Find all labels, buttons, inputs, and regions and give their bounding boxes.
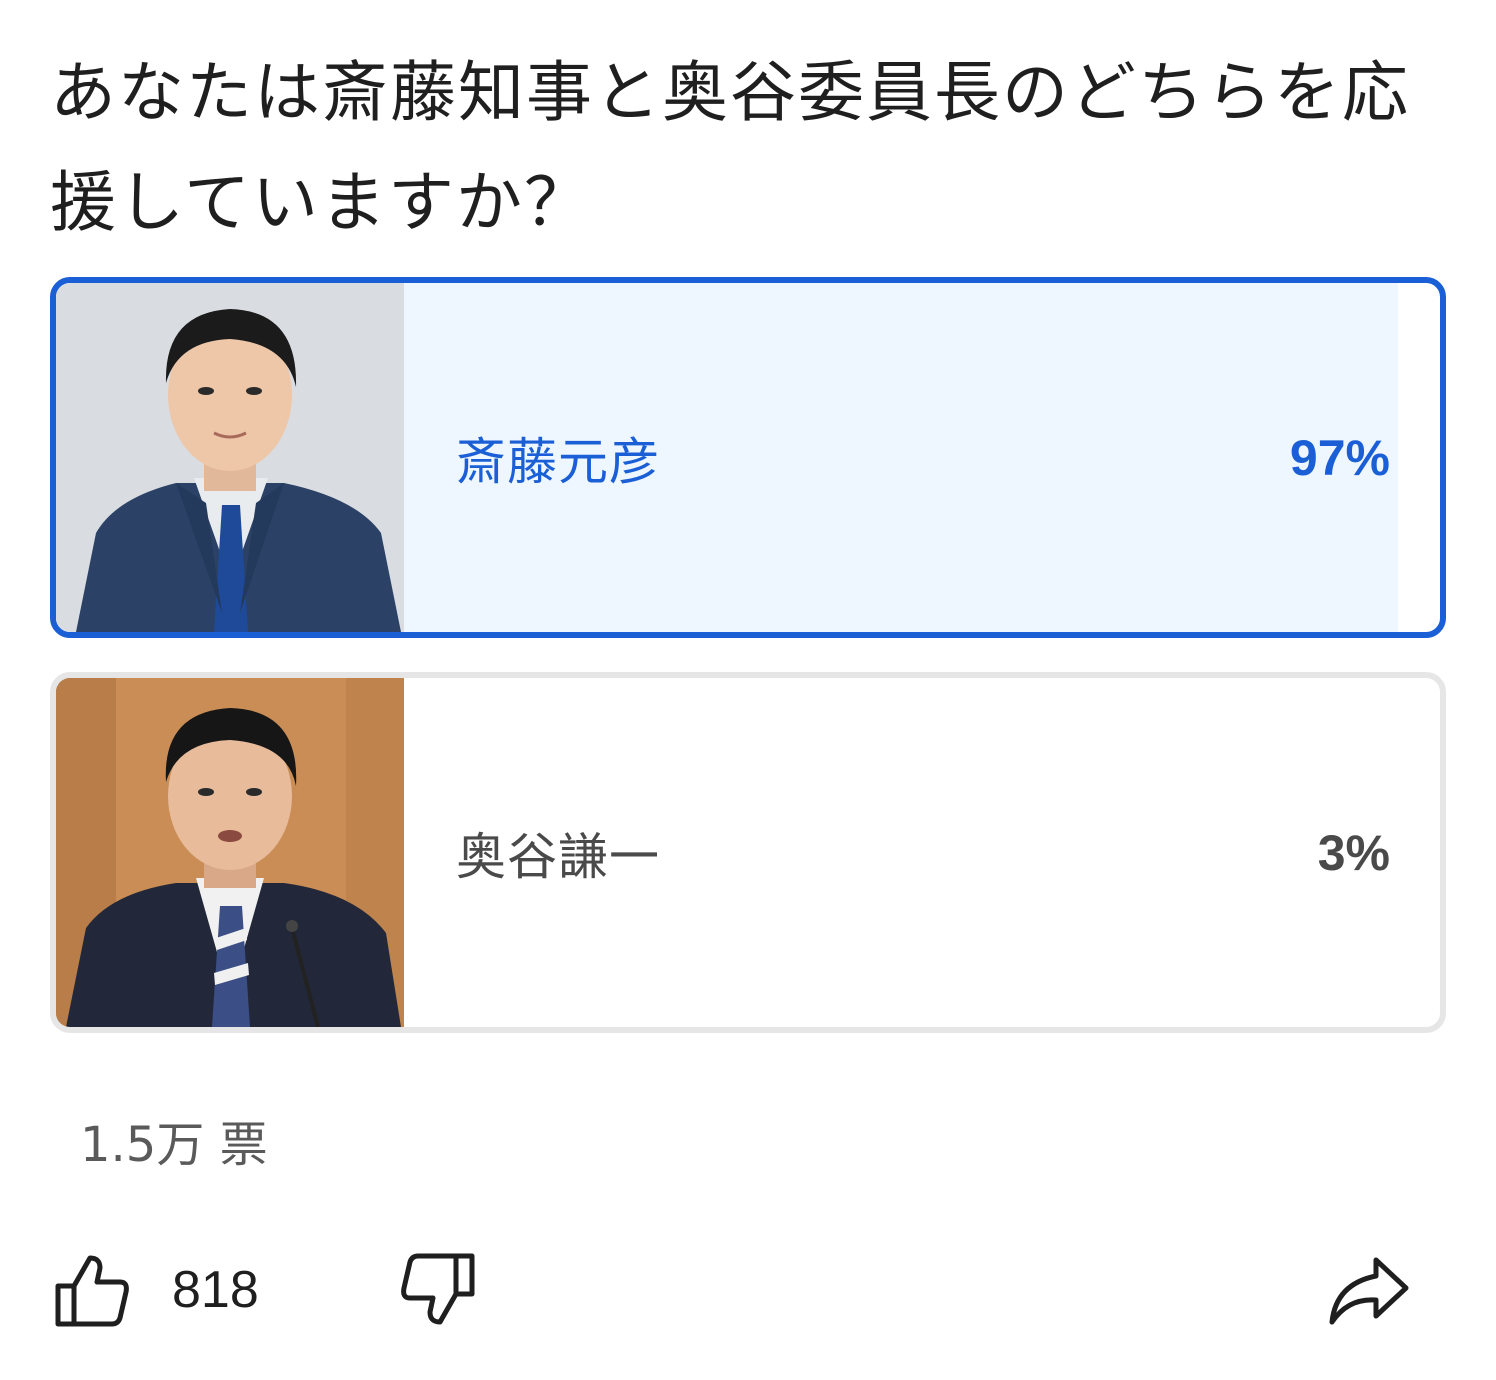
poll-option-label: 奥谷謙一 <box>456 827 660 886</box>
like-button[interactable] <box>48 1240 138 1340</box>
dislike-button[interactable] <box>392 1240 482 1340</box>
candidate-photo-okutani <box>56 678 404 1027</box>
candidate-photo-saito <box>56 283 404 632</box>
share-icon <box>1329 1257 1409 1325</box>
action-bar: 818 <box>0 1240 1496 1340</box>
thumb-up-icon <box>55 1255 129 1327</box>
poll-option-percent: 3% <box>1317 824 1390 881</box>
poll-option-label: 斎藤元彦 <box>456 432 660 491</box>
poll-question: あなたは斎藤知事と奥谷委員長のどちらを応援していますか？ <box>50 54 1410 241</box>
thumb-down-icon <box>401 1253 475 1325</box>
share-button[interactable] <box>1324 1240 1414 1340</box>
like-count: 818 <box>172 1261 259 1319</box>
poll-option-okutani[interactable]: 奥谷謙一 3% <box>50 672 1446 1033</box>
poll-option-percent: 97% <box>1289 429 1390 486</box>
poll-option-saito[interactable]: 斎藤元彦 97% <box>50 277 1446 638</box>
vote-count: 1.5万 票 <box>80 1117 268 1173</box>
